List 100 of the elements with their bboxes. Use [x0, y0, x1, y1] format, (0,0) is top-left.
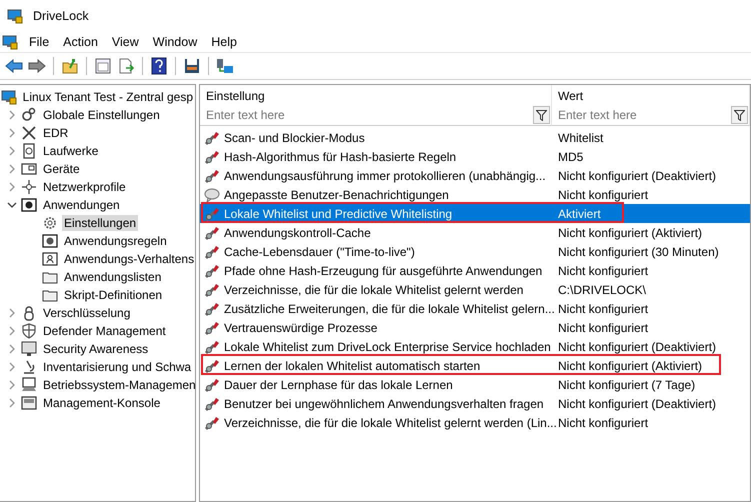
setting-name: Dauer der Lernphase für das lokale Lernen [224, 378, 453, 392]
table-row[interactable]: Verzeichnisse, die für die lokale Whitelist gelernt werden C:\DRIVELOCK\ [200, 280, 750, 299]
tree-item[interactable]: Anwendungsregeln [62, 233, 169, 249]
wrench-icon [204, 396, 220, 412]
tree-item[interactable]: Linux Tenant Test - Zentral gesp [20, 89, 195, 105]
wrench-icon [204, 376, 220, 392]
setting-name: Hash-Algorithmus für Hash-basierte Regeln [224, 150, 456, 164]
computer-icon [21, 377, 37, 393]
gears-icon [21, 107, 37, 123]
app-icon [7, 8, 23, 24]
tree-item[interactable]: Betriebssystem-Managemen [41, 377, 195, 393]
wrench-icon [204, 148, 220, 164]
setting-name: Angepasste Benutzer-Benachrichtigungen [224, 188, 449, 202]
menu-item[interactable]: Action [56, 35, 105, 49]
window-icon[interactable] [93, 56, 113, 76]
setting-value: Aktiviert [557, 206, 602, 220]
setting-value: Nicht konfiguriert (Deaktiviert) [557, 396, 718, 410]
screen-icon [21, 341, 37, 357]
table-row[interactable]: Benutzer bei ungewöhnlichem Anwendungsverhalten fragen Nicht konfiguriert (Deaktiviert) [200, 394, 750, 413]
tree-item[interactable]: Globale Einstellungen [41, 107, 162, 123]
tree-item[interactable]: Laufwerke [41, 143, 100, 159]
tree-item[interactable]: Geräte [41, 161, 82, 177]
table-row[interactable]: Hash-Algorithmus für Hash-basierte Regeln MD5 [200, 147, 750, 166]
card-icon [21, 161, 37, 177]
filter-button[interactable] [731, 106, 748, 124]
selected-row[interactable]: Lokale Whitelist und Predictive Whitelisting Aktiviert [200, 204, 750, 223]
setting-value: Nicht konfiguriert [557, 264, 650, 278]
app-window-icon [21, 197, 37, 213]
wrench-icon [204, 206, 220, 222]
table-row[interactable]: Verzeichnisse, die für die lokale Whitelist gelernt werden (Lin...Nicht konfiguriert [200, 413, 750, 432]
speech-bubble-icon [204, 186, 220, 202]
tree-item[interactable]: Security Awareness [41, 341, 150, 357]
help-icon[interactable] [149, 56, 169, 76]
window-title: DriveLock [33, 9, 89, 23]
tree-item[interactable]: Einstellungen [62, 215, 138, 231]
menu-item[interactable]: File [22, 35, 56, 49]
wrench-icon [204, 168, 220, 184]
wrench-icon [204, 262, 220, 278]
setting-name: Lokale Whitelist und Predictive Whitelisting [224, 206, 452, 220]
drive-icon [21, 143, 37, 159]
microscope-icon [21, 359, 37, 375]
tree-item[interactable]: Anwendungen [41, 197, 122, 213]
tree-item[interactable]: Management-Konsole [41, 395, 162, 411]
setting-name: Zusätzliche Erweiterungen, die für die lokale Whitelist gelern... [224, 302, 555, 316]
tree-item[interactable]: Anwendungslisten [62, 269, 164, 285]
setting-name: Benutzer bei ungewöhnlichem Anwendungsverhalten fragen [224, 396, 544, 410]
console-icon [21, 395, 37, 411]
filter-button[interactable] [533, 106, 550, 124]
folder-up-icon[interactable] [60, 56, 80, 76]
setting-value: Nicht konfiguriert (Deaktiviert) [557, 340, 718, 354]
setting-name: Scan- und Blockier-Modus [224, 130, 365, 144]
table-row[interactable]: Dauer der Lernphase für das lokale Lernen Nicht konfiguriert (7 Tage) [200, 375, 750, 394]
table-row[interactable]: Lokale Whitelist zum DriveLock Enterprise Service hochladen Nicht konfiguriert (Deaktiviert) [200, 337, 750, 356]
tree-item[interactable]: Anwendungs-Verhaltens [62, 251, 195, 267]
setting-name: Lokale Whitelist zum DriveLock Enterprise Service hochladen [224, 340, 551, 354]
wrench-icon [204, 130, 220, 146]
setting-value: Nicht konfiguriert (30 Minuten) [557, 244, 720, 258]
setting-value: Nicht konfiguriert [557, 320, 650, 334]
tree-item[interactable]: Verschlüsselung [41, 305, 132, 321]
computer-lock-icon [0, 89, 17, 105]
setting-name: Vertrauenswürdige Prozesse [224, 320, 378, 334]
tree-item[interactable]: Netzwerkprofile [41, 179, 128, 195]
tools-icon [21, 125, 37, 141]
column-header[interactable]: Einstellung [200, 85, 552, 105]
table-row[interactable]: Anwendungskontroll-Cache Nicht konfiguriert (Aktiviert) [200, 223, 750, 242]
column-header[interactable]: Wert [552, 85, 750, 105]
save-icon[interactable] [182, 56, 202, 76]
table-row[interactable]: Angepasste Benutzer-Benachrichtigungen Nicht konfiguriert [200, 185, 750, 204]
wrench-icon [204, 300, 220, 316]
person-card-icon [42, 251, 58, 267]
tree-item[interactable]: Skript-Definitionen [62, 287, 164, 303]
menu-item[interactable]: View [104, 35, 146, 49]
back-arrow-icon[interactable] [4, 56, 24, 76]
setting-value: Nicht konfiguriert (Aktiviert) [557, 226, 704, 240]
table-row[interactable]: Vertrauenswürdige Prozesse Nicht konfiguriert [200, 318, 750, 337]
network-icon [21, 179, 37, 195]
tree-item[interactable]: Inventarisierung und Schwa [41, 359, 194, 375]
table-row[interactable]: Scan- und Blockier-Modus Whitelist [200, 128, 750, 147]
setting-name: Anwendungsausführung immer protokollieren (unabhängig... [224, 168, 546, 182]
tree-item[interactable]: Defender Management [41, 323, 168, 339]
connect-computer-icon[interactable] [215, 56, 235, 76]
shield-icon [21, 323, 37, 339]
table-row[interactable]: Cache-Lebensdauer ("Time-to-live") Nicht konfiguriert (30 Minuten) [200, 242, 750, 261]
setting-name: Pfade ohne Hash-Erzeugung für ausgeführte Anwendungen [224, 264, 542, 278]
setting-name: Lernen der lokalen Whitelist automatisch starten [224, 358, 480, 372]
table-row[interactable]: Lernen der lokalen Whitelist automatisch starten Nicht konfiguriert (Aktiviert) [200, 356, 750, 375]
table-row[interactable]: Anwendungsausführung immer protokollieren (unabhängig... Nicht konfiguriert (Deaktiviert) [200, 166, 750, 185]
wrench-icon [204, 338, 220, 354]
menu-item[interactable]: Window [146, 35, 204, 49]
wrench-icon [204, 320, 220, 336]
setting-value: Nicht konfiguriert [557, 188, 650, 202]
table-row[interactable]: Pfade ohne Hash-Erzeugung für ausgeführte Anwendungen Nicht konfiguriert [200, 261, 750, 280]
gear-icon [42, 215, 58, 231]
table-row[interactable]: Zusätzliche Erweiterungen, die für die lokale Whitelist gelern... Nicht konfiguriert [200, 299, 750, 318]
menu-item[interactable]: Help [204, 35, 244, 49]
wrench-icon [204, 244, 220, 260]
forward-arrow-icon[interactable] [27, 56, 47, 76]
setting-name: Cache-Lebensdauer ("Time-to-live") [224, 244, 415, 258]
wrench-icon [204, 282, 220, 298]
tree-item[interactable]: EDR [41, 125, 70, 141]
